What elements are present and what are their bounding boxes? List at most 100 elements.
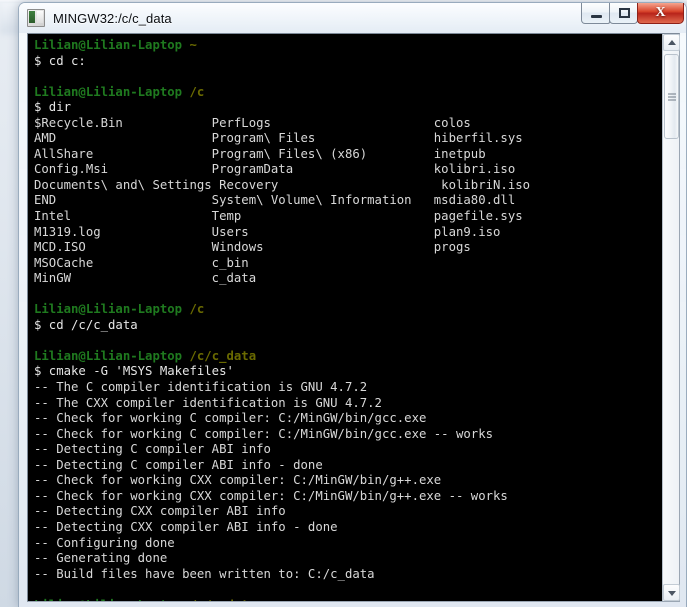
terminal-output-line: -- Configuring done <box>34 536 175 550</box>
terminal-output-line: -- Check for working CXX compiler: C:/Mi… <box>34 473 441 487</box>
close-icon: X <box>638 3 683 23</box>
prompt-user: Lilian@Lilian-Laptop <box>34 302 189 316</box>
terminal-area: Lilian@Lilian-Laptop ~$ cd c: Lilian@Lil… <box>27 33 680 602</box>
desktop: MINGW32:/c/c_data X Lilian@Lilian-Laptop… <box>0 0 687 607</box>
terminal-line: Lilian@Lilian-Laptop ~ <box>34 38 662 54</box>
minimize-icon <box>591 15 602 18</box>
terminal-line: -- Check for working C compiler: C:/MinG… <box>34 427 662 443</box>
terminal-line: -- Configuring done <box>34 536 662 552</box>
terminal-line: -- Check for working CXX compiler: C:/Mi… <box>34 473 662 489</box>
terminal-output-line: -- Detecting CXX compiler ABI info <box>34 504 286 518</box>
terminal-line: $ cmake -G 'MSYS Makefiles' <box>34 364 662 380</box>
prompt-path: /c <box>189 302 204 316</box>
terminal-output-line: M1319.log Users plan9.iso <box>34 225 500 239</box>
terminal-window: MINGW32:/c/c_data X Lilian@Lilian-Laptop… <box>18 2 687 607</box>
terminal-line <box>34 287 662 303</box>
prompt-user: Lilian@Lilian-Laptop <box>34 38 189 52</box>
terminal-output-line: -- The C compiler identification is GNU … <box>34 380 367 394</box>
terminal-icon <box>27 9 45 27</box>
terminal-output-line: -- Build files have been written to: C:/… <box>34 567 375 581</box>
terminal-output-line: -- Detecting C compiler ABI info - done <box>34 458 323 472</box>
scroll-up-button[interactable] <box>663 34 680 51</box>
terminal-output-line: AllShare Program\ Files\ (x86) inetpub <box>34 147 486 161</box>
terminal-line: M1319.log Users plan9.iso <box>34 225 662 241</box>
terminal-command: $ cmake -G 'MSYS Makefiles' <box>34 364 234 378</box>
maximize-button[interactable] <box>609 3 638 24</box>
terminal-line: $ dir <box>34 100 662 116</box>
terminal-blank-line <box>34 287 41 301</box>
terminal-output-line: Intel Temp pagefile.sys <box>34 209 523 223</box>
terminal-command: $ cd /c/c_data <box>34 318 138 332</box>
maximize-icon <box>619 8 630 18</box>
terminal-blank-line <box>34 582 41 596</box>
terminal-line: END System\ Volume\ Information msdia80.… <box>34 193 662 209</box>
terminal-output-line: MCD.ISO Windows progs <box>34 240 471 254</box>
terminal-output-line: AMD Program\ Files hiberfil.sys <box>34 131 523 145</box>
terminal-line: MCD.ISO Windows progs <box>34 240 662 256</box>
terminal-output-line: -- The CXX compiler identification is GN… <box>34 396 382 410</box>
terminal-line: -- Check for working C compiler: C:/MinG… <box>34 411 662 427</box>
terminal-line: $ cd c: <box>34 54 662 70</box>
terminal-line: -- Detecting C compiler ABI info <box>34 442 662 458</box>
terminal-line <box>34 333 662 349</box>
terminal-line: -- Detecting CXX compiler ABI info <box>34 504 662 520</box>
terminal-line: -- The CXX compiler identification is GN… <box>34 396 662 412</box>
window-titlebar[interactable]: MINGW32:/c/c_data X <box>19 3 686 33</box>
terminal-line: -- The C compiler identification is GNU … <box>34 380 662 396</box>
window-controls: X <box>582 3 684 25</box>
terminal-line: Lilian@Lilian-Laptop /c <box>34 85 662 101</box>
terminal-line: Lilian@Lilian-Laptop /c <box>34 302 662 318</box>
terminal-command: $ dir <box>34 100 71 114</box>
terminal-line: -- Detecting CXX compiler ABI info - don… <box>34 520 662 536</box>
terminal-output-line: END System\ Volume\ Information msdia80.… <box>34 193 515 207</box>
close-button[interactable]: X <box>637 3 684 24</box>
terminal-line: -- Generating done <box>34 551 662 567</box>
terminal-line <box>34 69 662 85</box>
terminal-line: Intel Temp pagefile.sys <box>34 209 662 225</box>
prompt-path: /c/c_data <box>189 598 256 601</box>
terminal-line: MinGW c_data <box>34 271 662 287</box>
terminal-line: $Recycle.Bin PerfLogs colos <box>34 116 662 132</box>
terminal-line: $ cd /c/c_data <box>34 318 662 334</box>
terminal-output-line: Config.Msi ProgramData kolibri.iso <box>34 162 515 176</box>
minimize-button[interactable] <box>581 3 610 24</box>
terminal-line: AllShare Program\ Files\ (x86) inetpub <box>34 147 662 163</box>
window-title: MINGW32:/c/c_data <box>53 11 172 26</box>
terminal-line: -- Detecting C compiler ABI info - done <box>34 458 662 474</box>
terminal-line: Lilian@Lilian-Laptop /c/c_data <box>34 349 662 365</box>
terminal-line: -- Check for working CXX compiler: C:/Mi… <box>34 489 662 505</box>
terminal-blank-line <box>34 333 41 347</box>
terminal-command: $ cd c: <box>34 54 86 68</box>
terminal-line: MSOCache c_bin <box>34 256 662 272</box>
terminal-blank-line <box>34 69 41 83</box>
terminal-output-line: $Recycle.Bin PerfLogs colos <box>34 116 471 130</box>
terminal-output-line: -- Detecting C compiler ABI info <box>34 442 271 456</box>
terminal-line: Config.Msi ProgramData kolibri.iso <box>34 162 662 178</box>
scroll-up-arrow-icon <box>668 40 676 45</box>
terminal-output[interactable]: Lilian@Lilian-Laptop ~$ cd c: Lilian@Lil… <box>28 34 662 601</box>
prompt-user: Lilian@Lilian-Laptop <box>34 598 189 601</box>
terminal-output-line: -- Check for working CXX compiler: C:/Mi… <box>34 489 508 503</box>
terminal-line: AMD Program\ Files hiberfil.sys <box>34 131 662 147</box>
scrollbar-grip-icon <box>668 93 676 100</box>
scroll-down-button[interactable] <box>663 584 680 601</box>
terminal-output-line: -- Generating done <box>34 551 167 565</box>
prompt-path: ~ <box>189 38 196 52</box>
terminal-output-line: -- Detecting CXX compiler ABI info - don… <box>34 520 338 534</box>
scroll-down-arrow-icon <box>668 591 676 596</box>
prompt-user: Lilian@Lilian-Laptop <box>34 85 189 99</box>
terminal-output-line: MSOCache c_bin <box>34 256 249 270</box>
prompt-path: /c/c_data <box>189 349 256 363</box>
terminal-line <box>34 582 662 598</box>
terminal-output-line: -- Check for working C compiler: C:/MinG… <box>34 411 426 425</box>
terminal-line: -- Build files have been written to: C:/… <box>34 567 662 583</box>
prompt-user: Lilian@Lilian-Laptop <box>34 349 189 363</box>
terminal-output-line: -- Check for working C compiler: C:/MinG… <box>34 427 493 441</box>
terminal-line: Lilian@Lilian-Laptop /c/c_data <box>34 598 662 601</box>
prompt-path: /c <box>189 85 204 99</box>
terminal-output-line: Documents\ and\ Settings Recovery kolibr… <box>34 178 530 192</box>
terminal-scrollbar[interactable] <box>662 34 679 601</box>
scrollbar-thumb[interactable] <box>664 54 679 139</box>
terminal-output-line: MinGW c_data <box>34 271 256 285</box>
terminal-line: Documents\ and\ Settings Recovery kolibr… <box>34 178 662 194</box>
